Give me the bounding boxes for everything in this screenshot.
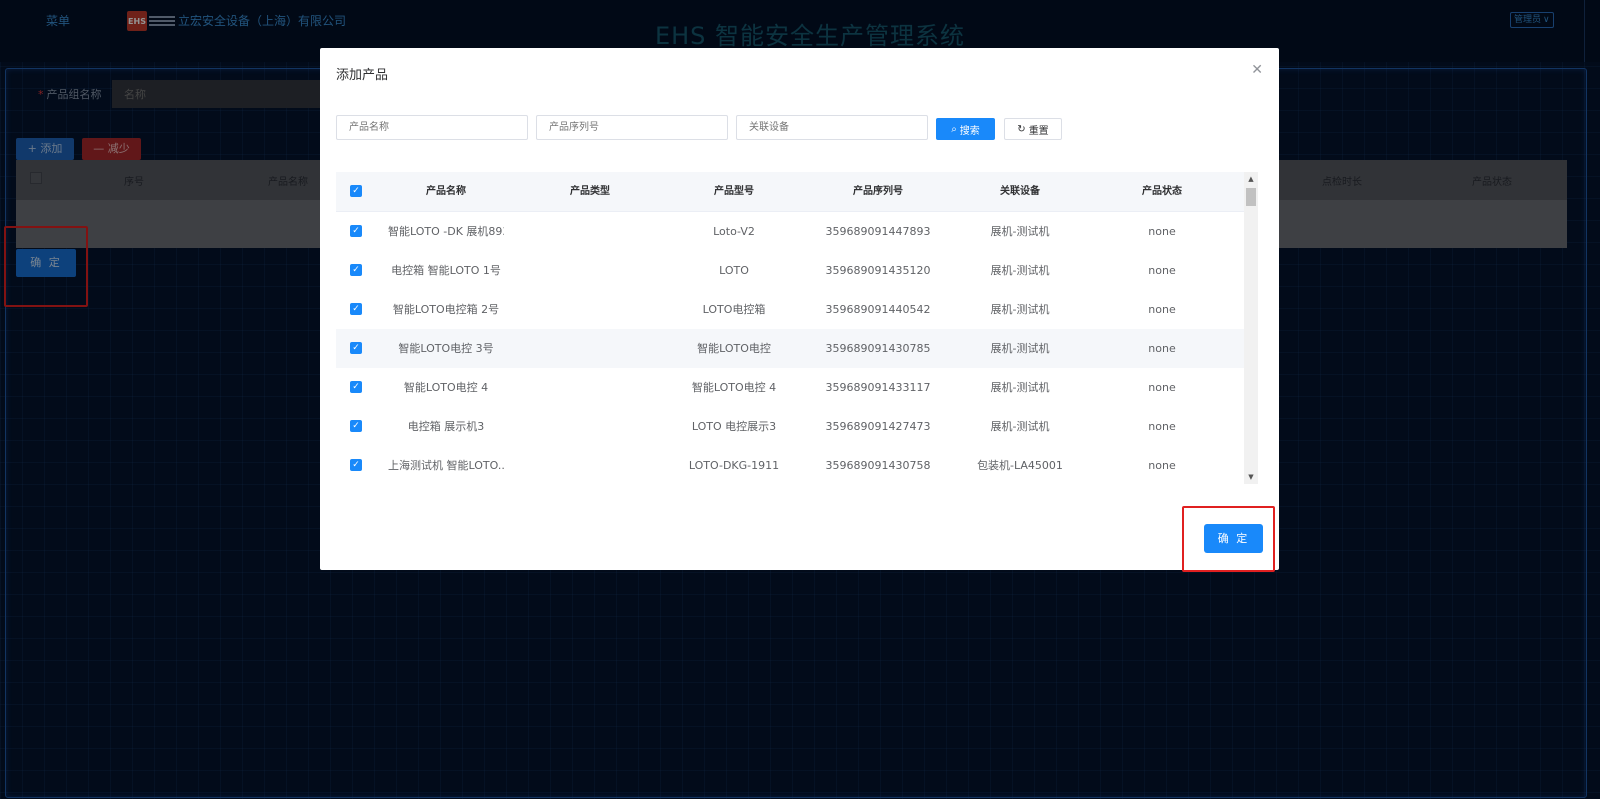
cell-product-status: none — [1148, 459, 1176, 472]
cell-linked-device: 展机-测试机 — [990, 225, 1050, 238]
cell-product-status: none — [1148, 420, 1176, 433]
cell-product-status: none — [1148, 303, 1176, 316]
cell-product-status: none — [1148, 342, 1176, 355]
table-row[interactable]: ✓ 上海测试机 智能LOTO... LOTO-DKG-1911 35968909143… — [336, 446, 1244, 484]
cell-product-serial: 359689091430758 — [825, 459, 931, 472]
cell-product-name: 上海测试机 智能LOTO... — [388, 459, 504, 472]
cell-product-serial: 359689091430785 — [825, 342, 931, 355]
table-row[interactable]: ✓ 智能LOTO电控 4 智能LOTO电控 4 359689091433117 展机-测… — [336, 368, 1244, 408]
cell-product-type — [532, 368, 648, 407]
cell-product-name: 智能LOTO电控 3号 — [398, 342, 494, 355]
cell-product-serial: 359689091427473 — [825, 420, 931, 433]
cell-product-name: 智能LOTO -DK 展机893 — [388, 225, 504, 238]
cell-product-name: 电控箱 智能LOTO 1号 — [391, 264, 501, 277]
product-table: ✓ 产品名称 产品类型 产品型号 产品序列号 关联设备 产品状态 ✓ 智能LOTO… — [336, 172, 1244, 484]
search-icon: ⌕ — [951, 123, 957, 135]
col-product-status: 产品状态 — [1142, 186, 1182, 197]
col-product-serial: 产品序列号 — [853, 186, 903, 197]
scroll-thumb[interactable] — [1246, 188, 1256, 206]
device-search-input[interactable] — [736, 115, 928, 140]
cell-product-status: none — [1148, 264, 1176, 277]
table-row[interactable]: ✓ 智能LOTO电控箱 2号 LOTO电控箱 359689091440542 展机-测试… — [336, 290, 1244, 330]
cell-product-type — [532, 212, 648, 251]
row-checkbox[interactable]: ✓ — [350, 264, 362, 276]
cell-product-model: LOTO-DKG-1911 — [688, 459, 780, 472]
cell-product-name: 智能LOTO电控 4 — [403, 381, 489, 394]
dialog-title: 添加产品 — [336, 68, 389, 83]
table-row[interactable]: ✓ 电控箱 展示机3 LOTO 电控展示3 359689091427473 展机-测试机… — [336, 407, 1244, 447]
cell-product-type — [532, 329, 648, 368]
cell-product-status: none — [1148, 225, 1176, 238]
cell-product-serial: 359689091447893 — [825, 225, 931, 238]
cell-product-model: 智能LOTO电控 — [697, 342, 771, 355]
cell-product-serial: 359689091435120 — [825, 264, 931, 277]
col-product-type: 产品类型 — [570, 186, 610, 197]
serial-search-input[interactable] — [536, 115, 728, 140]
select-all-checkbox[interactable]: ✓ — [350, 185, 362, 197]
product-name-search-input[interactable] — [336, 115, 528, 140]
cell-product-name: 电控箱 展示机3 — [407, 420, 485, 433]
row-checkbox[interactable]: ✓ — [350, 459, 362, 471]
table-header: ✓ 产品名称 产品类型 产品型号 产品序列号 关联设备 产品状态 — [336, 172, 1244, 212]
cell-linked-device: 展机-测试机 — [990, 420, 1050, 433]
cell-linked-device: 展机-测试机 — [990, 264, 1050, 277]
cell-product-type — [532, 407, 648, 446]
table-row[interactable]: ✓ 电控箱 智能LOTO 1号 LOTO 359689091435120 展机-测试机 n… — [336, 251, 1244, 291]
cell-product-model: LOTO — [719, 264, 749, 277]
cell-product-model: Loto-V2 — [713, 225, 755, 238]
cell-product-serial: 359689091440542 — [825, 303, 931, 316]
cell-product-model: 智能LOTO电控 4 — [691, 381, 777, 394]
table-scrollbar[interactable]: ▲ ▼ — [1244, 172, 1258, 484]
table-row[interactable]: ✓ 智能LOTO电控 3号 智能LOTO电控 359689091430785 展机-测试… — [336, 329, 1244, 369]
row-checkbox[interactable]: ✓ — [350, 420, 362, 432]
close-icon[interactable]: ✕ — [1251, 62, 1263, 78]
scroll-down-icon[interactable]: ▼ — [1244, 470, 1258, 484]
cell-product-type — [532, 446, 648, 484]
cell-linked-device: 展机-测试机 — [990, 381, 1050, 394]
cell-product-type — [532, 290, 648, 329]
reset-button[interactable]: ↻ 重置 — [1004, 118, 1062, 140]
row-checkbox[interactable]: ✓ — [350, 381, 362, 393]
table-row[interactable]: ✓ 智能LOTO -DK 展机893 Loto-V2 359689091447893 展… — [336, 212, 1244, 252]
cell-product-status: none — [1148, 381, 1176, 394]
search-button[interactable]: ⌕ 搜索 — [936, 118, 995, 140]
cell-product-serial: 359689091433117 — [825, 381, 931, 394]
cell-linked-device: 展机-测试机 — [990, 303, 1050, 316]
cell-product-model: LOTO电控箱 — [702, 303, 766, 316]
col-product-name: 产品名称 — [426, 186, 466, 197]
cell-product-type — [532, 251, 648, 290]
refresh-icon: ↻ — [1017, 123, 1026, 135]
cell-linked-device: 包装机-LA45001 — [977, 459, 1063, 472]
highlight-box-dialog-confirm — [1182, 506, 1275, 572]
col-linked-device: 关联设备 — [1000, 186, 1040, 197]
col-product-model: 产品型号 — [714, 186, 754, 197]
cell-product-name: 智能LOTO电控箱 2号 — [392, 303, 500, 316]
add-product-dialog: 添加产品 ✕ ⌕搜索 ↻重置 ✓ 产品名称 产品类型 产品型号 产品序列号 关联… — [320, 48, 1279, 570]
scroll-up-icon[interactable]: ▲ — [1244, 172, 1258, 186]
cell-linked-device: 展机-测试机 — [990, 342, 1050, 355]
row-checkbox[interactable]: ✓ — [350, 225, 362, 237]
cell-product-model: LOTO 电控展示3 — [691, 420, 777, 433]
row-checkbox[interactable]: ✓ — [350, 303, 362, 315]
row-checkbox[interactable]: ✓ — [350, 342, 362, 354]
